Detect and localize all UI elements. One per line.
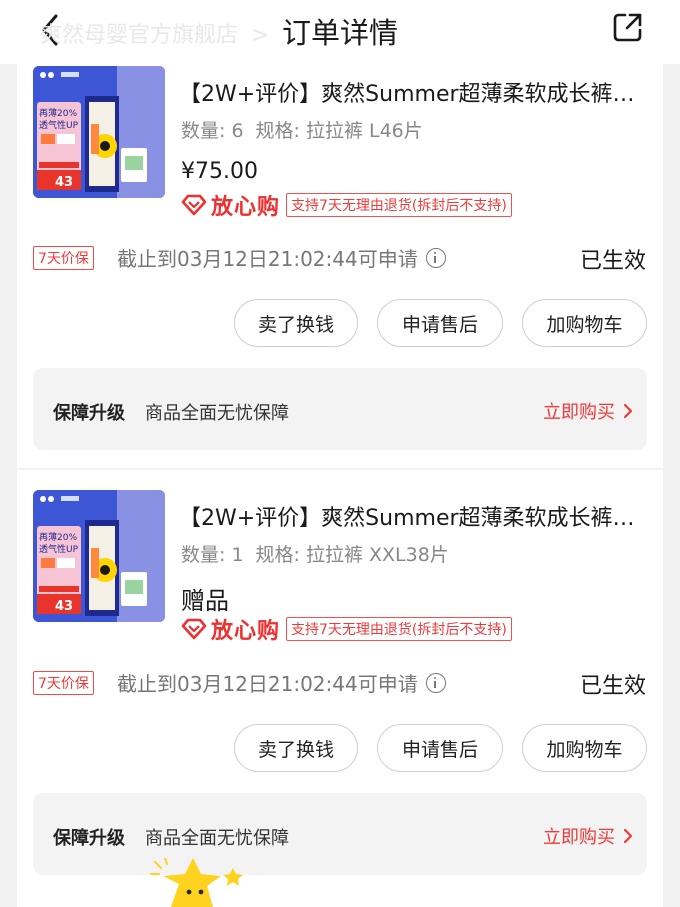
after-sales-button[interactable]: 申请售后: [377, 724, 503, 772]
upgrade-title: 保障升级: [53, 403, 125, 424]
return-policy-tag: 支持7天无理由退货(拆封后不支持): [286, 193, 512, 217]
chevron-right-icon: [623, 828, 633, 844]
product-price: ¥75.00: [181, 159, 258, 184]
buy-now-label: 立即购买: [543, 827, 615, 848]
info-icon[interactable]: [425, 247, 446, 268]
svg-text:透气性UP: 透气性UP: [39, 543, 79, 555]
product-name[interactable]: 【2W+评价】爽然Summer超薄柔软成长裤…: [179, 500, 649, 532]
status-text: 已生效: [579, 674, 646, 699]
spec-text: 规格: 拉拉裤 L46片: [255, 120, 423, 142]
after-sales-button[interactable]: 申请售后: [377, 299, 503, 347]
buy-now-link[interactable]: 立即购买: [543, 398, 633, 424]
svg-text:再薄20%: 再薄20%: [39, 531, 77, 543]
upgrade-description: 商品全面无忧保障: [145, 403, 289, 424]
quantity-text: 数量: 6: [181, 120, 244, 142]
product-spec: 数量: 1 规格: 拉拉裤 XXL38片: [181, 540, 449, 567]
price-protection-badge: 7天价保: [33, 246, 94, 270]
order-item-card: 再薄20% 透气性UP 43 【2W+评价】爽然Summer超薄柔软成长裤… 数…: [17, 470, 663, 907]
star-mascot-icon[interactable]: [145, 858, 255, 907]
product-thumbnail[interactable]: 再薄20% 透气性UP 43: [33, 490, 165, 622]
assurance-row[interactable]: 放心购 支持7天无理由退货(拆封后不支持): [181, 616, 512, 644]
svg-text:43: 43: [55, 175, 73, 190]
product-name[interactable]: 【2W+评价】爽然Summer超薄柔软成长裤…: [179, 76, 649, 108]
buy-now-label: 立即购买: [543, 402, 615, 423]
quantity-text: 数量: 1: [181, 544, 244, 566]
share-icon[interactable]: [611, 10, 645, 44]
protection-upgrade-banner[interactable]: 保障升级 商品全面无忧保障 立即购买: [33, 368, 647, 450]
deadline-text: 截止到03月12日21:02:44可申请: [117, 243, 446, 272]
deadline-text: 截止到03月12日21:02:44可申请: [117, 668, 446, 697]
resell-button[interactable]: 卖了换钱: [234, 299, 358, 347]
svg-text:43: 43: [55, 599, 73, 614]
add-to-cart-button[interactable]: 加购物车: [522, 299, 647, 347]
heart-diamond-icon: [181, 194, 207, 216]
resell-button[interactable]: 卖了换钱: [234, 724, 358, 772]
product-spec: 数量: 6 规格: 拉拉裤 L46片: [181, 116, 423, 143]
spec-text: 规格: 拉拉裤 XXL38片: [255, 544, 449, 566]
upgrade-description: 商品全面无忧保障: [145, 828, 289, 849]
deadline-label: 截止到03月12日21:02:44可申请: [117, 672, 418, 696]
price-protection-badge: 7天价保: [33, 671, 94, 695]
add-to-cart-button[interactable]: 加购物车: [522, 724, 647, 772]
info-icon[interactable]: [425, 672, 446, 693]
svg-text:透气性UP: 透气性UP: [39, 119, 79, 131]
assurance-label: 放心购: [211, 195, 281, 220]
protection-upgrade-banner[interactable]: 保障升级 商品全面无忧保障 立即购买: [33, 793, 647, 875]
return-policy-tag: 支持7天无理由退货(拆封后不支持): [286, 617, 512, 641]
chevron-right-icon: [623, 403, 633, 419]
heart-diamond-icon: [181, 618, 207, 640]
buy-now-link[interactable]: 立即购买: [543, 823, 633, 849]
assurance-row[interactable]: 放心购 支持7天无理由退货(拆封后不支持): [181, 192, 512, 220]
page-title: 订单详情: [281, 16, 398, 50]
order-item-card: 再薄20% 透气性UP 43 【2W+评价】爽然Summer超薄柔软成长裤… 数…: [17, 64, 663, 468]
deadline-label: 截止到03月12日21:02:44可申请: [117, 247, 418, 271]
product-thumbnail[interactable]: 再薄20% 透气性UP 43: [33, 66, 165, 198]
upgrade-title: 保障升级: [53, 828, 125, 849]
gift-label: 赠品: [181, 587, 229, 615]
assurance-label: 放心购: [211, 619, 281, 644]
svg-text:再薄20%: 再薄20%: [39, 107, 77, 119]
top-nav-bar: 爽然母婴官方旗舰店 > 订单详情: [0, 0, 680, 64]
status-text: 已生效: [579, 249, 646, 274]
